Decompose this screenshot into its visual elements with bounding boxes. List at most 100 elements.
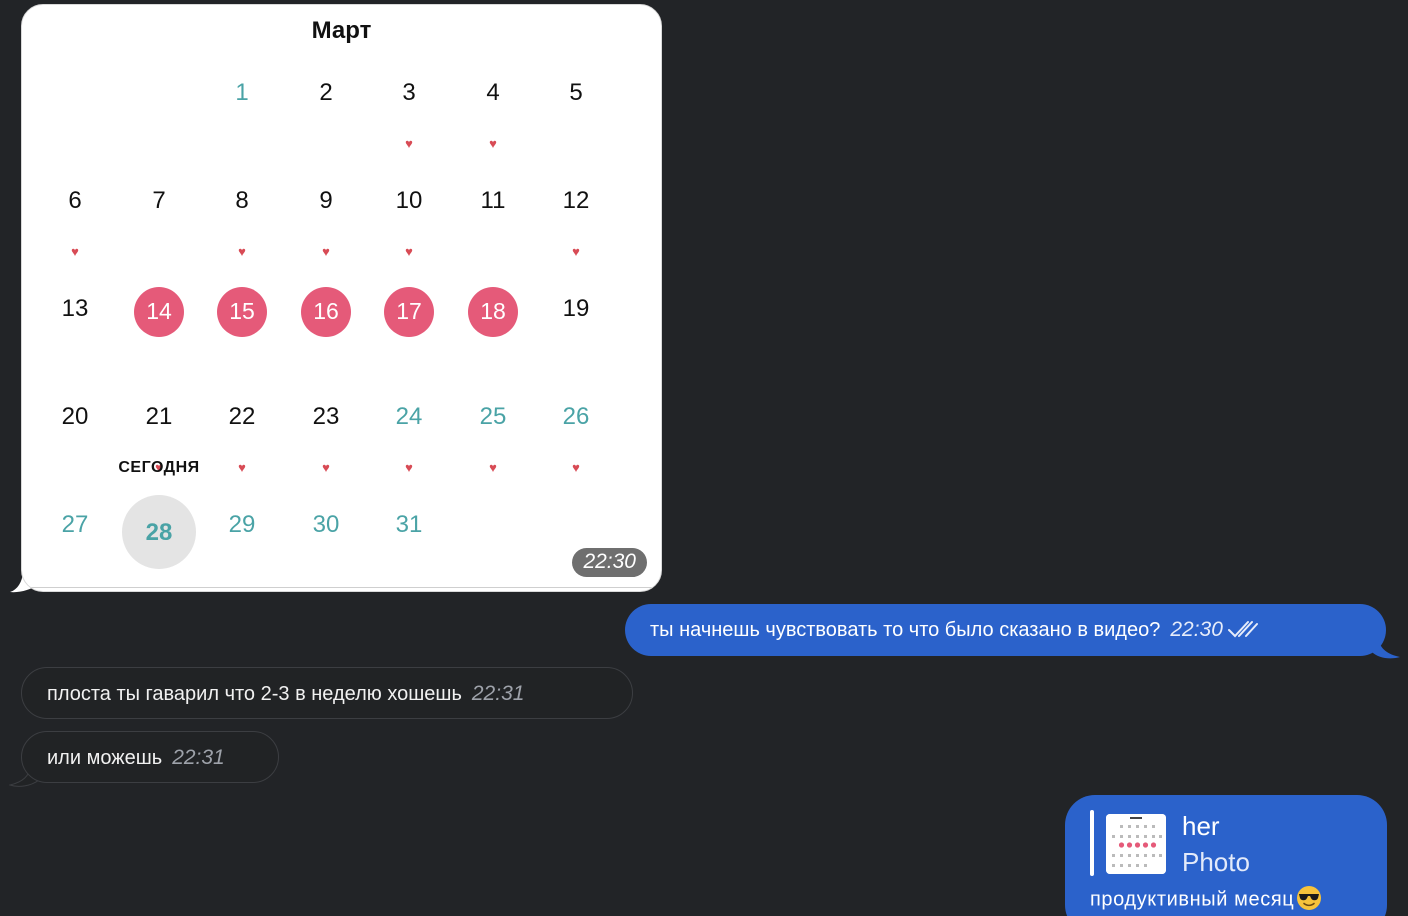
calendar-day-number: 2 xyxy=(319,79,333,106)
today-label: СЕГОДНЯ xyxy=(118,459,200,476)
reply-quote-bar xyxy=(1090,810,1094,876)
reply-photo-thumbnail[interactable] xyxy=(1106,814,1166,874)
calendar-day-26: 26 ♥ xyxy=(534,387,618,487)
calendar-week-row: 27 СЕГОДНЯ 28 29 30 31 xyxy=(62,459,659,591)
calendar-day-14: 14 xyxy=(117,279,201,379)
double-check-icon xyxy=(1227,620,1258,638)
heart-icon: ♥ xyxy=(322,460,330,475)
incoming-message[interactable]: плоста ты гаварил что 2-3 в неделю хошеш… xyxy=(21,667,633,719)
calendar-day-number: 16 xyxy=(313,298,339,324)
heart-icon: ♥ xyxy=(238,460,246,475)
calendar-day-6: 6 ♥ xyxy=(33,171,117,271)
calendar-day-16: 16 xyxy=(284,279,368,379)
calendar-day-number: 27 xyxy=(61,511,89,538)
calendar-day-24: 24 ♥ xyxy=(367,387,451,487)
calendar-day-number: 6 xyxy=(68,187,82,214)
calendar-day-30: 30 xyxy=(284,495,368,591)
photo-timestamp: 22:30 xyxy=(572,548,647,577)
calendar-week-row: 20 21 ♥ 22 ♥ 23 ♥ 24 ♥ 25 ♥ 26 ♥ xyxy=(62,387,659,495)
calendar-day-27: 27 xyxy=(33,495,117,591)
calendar-day-31: 31 xyxy=(367,495,451,591)
heart-icon: ♥ xyxy=(405,460,413,475)
reply-media-type: Photo xyxy=(1182,847,1250,877)
message-text-content: продуктивный месяц xyxy=(1090,888,1295,911)
calendar-day-9: 9 ♥ xyxy=(284,171,368,271)
calendar-day-number: 5 xyxy=(569,79,583,106)
calendar-day-25: 25 ♥ xyxy=(451,387,535,487)
calendar-day-number: 8 xyxy=(235,187,249,214)
calendar-day-number: 30 xyxy=(312,511,340,538)
photo-bottom-edge xyxy=(22,587,661,588)
heart-icon: ♥ xyxy=(572,460,580,475)
calendar-day-number: 17 xyxy=(396,298,422,324)
heart-icon: ♥ xyxy=(405,244,413,259)
calendar-day-number: 20 xyxy=(61,403,89,430)
calendar-day-5: 5 xyxy=(534,63,618,163)
calendar-day-number: 11 xyxy=(480,187,506,214)
calendar-day-29: 29 xyxy=(200,495,284,591)
calendar-day-22: 22 ♥ xyxy=(200,387,284,487)
calendar-day-10: 10 ♥ xyxy=(367,171,451,271)
calendar-day-19: 19 xyxy=(534,279,618,379)
heart-icon: ♥ xyxy=(489,136,497,151)
calendar-week-row: 1 2 3 ♥ 4 ♥ 5 xyxy=(75,63,659,171)
message-time: 22:30 xyxy=(1170,618,1223,641)
calendar-day-number: 4 xyxy=(486,79,500,106)
heart-icon: ♥ xyxy=(322,244,330,259)
heart-icon: ♥ xyxy=(71,244,79,259)
calendar-day-number: 14 xyxy=(146,298,172,324)
calendar-grid: 1 2 3 ♥ 4 ♥ 5 6 ♥ 7 8 ♥ 9 ♥ 10 ♥ 11 12 ♥ 13 14 15 16 17 18 19 20 21… xyxy=(62,63,659,591)
message-time: 22:31 xyxy=(471,682,525,705)
calendar-day-18: 18 xyxy=(451,279,535,379)
calendar-day-number: 15 xyxy=(229,298,255,324)
calendar-day-3: 3 ♥ xyxy=(367,63,451,163)
calendar-day-number: 28 xyxy=(145,519,173,546)
calendar-day-number: 10 xyxy=(395,187,423,214)
calendar-day-number: 9 xyxy=(319,187,333,214)
calendar-day-number: 31 xyxy=(395,511,423,538)
message-text: или можешь xyxy=(47,747,163,769)
heart-icon: ♥ xyxy=(489,460,497,475)
calendar-day-4: 4 ♥ xyxy=(451,63,535,163)
message-text: ты начнешь чувствовать то что было сказа… xyxy=(650,619,1161,641)
incoming-message[interactable]: или можешь 22:31 xyxy=(21,731,279,783)
heart-icon: ♥ xyxy=(572,244,580,259)
outgoing-reply-message[interactable]: her Photo продуктивный месяц xyxy=(1065,795,1387,916)
heart-icon: ♥ xyxy=(405,136,413,151)
message-text: плоста ты гаварил что 2-3 в неделю хошеш… xyxy=(47,683,462,705)
calendar-day-number: 3 xyxy=(402,79,416,106)
calendar-day-20: 20 xyxy=(33,387,117,487)
calendar-week-row: 6 ♥ 7 8 ♥ 9 ♥ 10 ♥ 11 12 ♥ xyxy=(68,171,659,279)
calendar-day-11: 11 xyxy=(451,171,535,271)
calendar-day-number: 29 xyxy=(228,511,256,538)
calendar-day-15: 15 xyxy=(200,279,284,379)
calendar-day-number: 12 xyxy=(562,187,590,214)
calendar-day-12: 12 ♥ xyxy=(534,171,618,271)
calendar-day-number: 25 xyxy=(479,403,507,430)
calendar-day-number: 24 xyxy=(395,403,423,430)
calendar-day-number: 13 xyxy=(61,295,89,322)
sunglasses-emoji-icon xyxy=(1297,886,1322,910)
calendar-day-17: 17 xyxy=(367,279,451,379)
calendar-day-7: 7 xyxy=(117,171,201,271)
calendar-day-number: 1 xyxy=(235,79,249,106)
calendar-day-number: 22 xyxy=(228,403,256,430)
reply-author-name: her xyxy=(1182,811,1220,841)
calendar-day-8: 8 ♥ xyxy=(200,171,284,271)
message-text: продуктивный месяц xyxy=(1090,886,1322,913)
calendar-week-row: 13 14 15 16 17 18 19 xyxy=(62,279,659,387)
chat-area: Март 1 2 3 ♥ 4 ♥ 5 6 ♥ 7 8 ♥ 9 ♥ 10 ♥ 11 12 ♥ 13 14 15 16 17 18 1… xyxy=(0,0,1408,916)
heart-icon: ♥ xyxy=(238,244,246,259)
message-time: 22:31 xyxy=(172,746,225,769)
calendar-day-number: 21 xyxy=(145,403,173,430)
calendar-photo-message[interactable]: Март 1 2 3 ♥ 4 ♥ 5 6 ♥ 7 8 ♥ 9 ♥ 10 ♥ 11 12 ♥ 13 14 15 16 17 18 1… xyxy=(21,4,662,592)
calendar-day-23: 23 ♥ xyxy=(284,387,368,487)
outgoing-bubble-tail xyxy=(1372,638,1400,659)
calendar-day-2: 2 xyxy=(284,63,368,163)
outgoing-message[interactable]: ты начнешь чувствовать то что было сказа… xyxy=(625,604,1386,656)
calendar-thumbnail-icon xyxy=(1106,814,1166,874)
calendar-day-1: 1 xyxy=(200,63,284,163)
calendar-day-number: 7 xyxy=(152,187,166,214)
calendar-day-number: 23 xyxy=(312,403,340,430)
calendar-month-title: Март xyxy=(311,17,372,44)
